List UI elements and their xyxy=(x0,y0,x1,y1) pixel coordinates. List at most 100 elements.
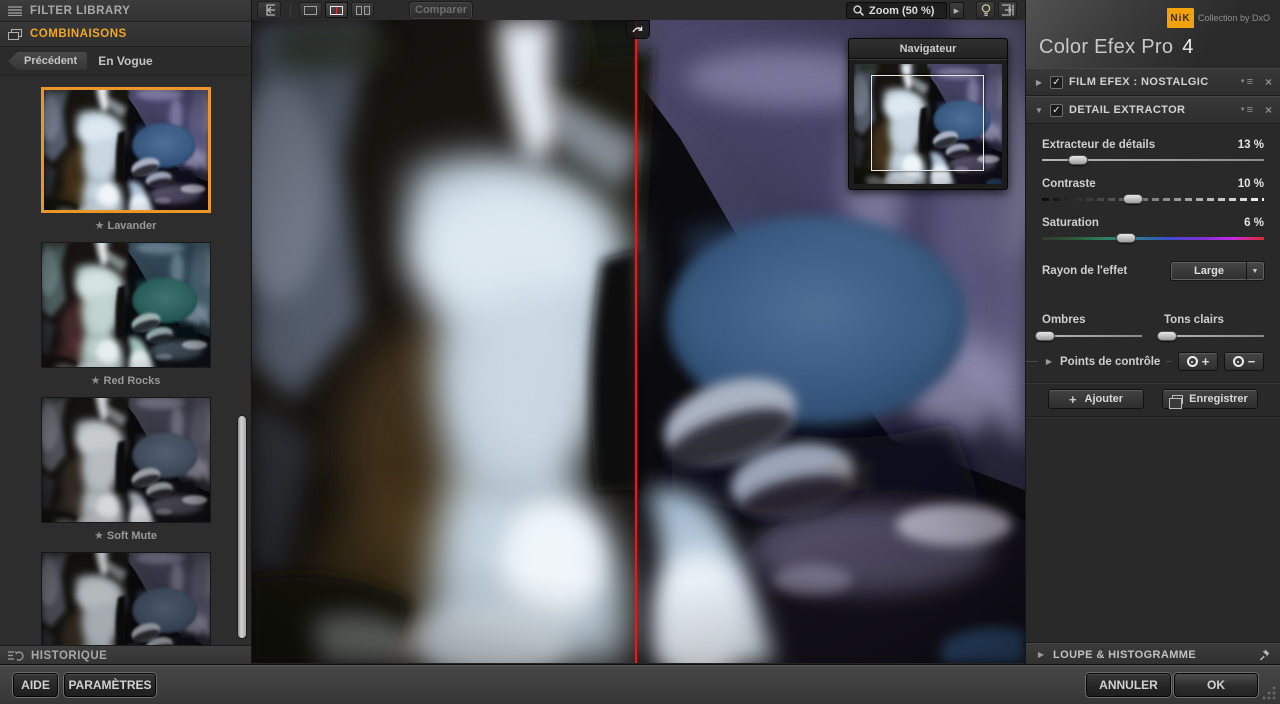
plus-icon: + xyxy=(1069,392,1077,407)
bottom-bar: AIDE PARAMÈTRES ANNULER OK xyxy=(0,665,1280,704)
split-view-icon xyxy=(330,6,343,15)
effect-radius-label: Rayon de l'effet xyxy=(1042,265,1171,277)
preset-thumbnail-list: ★Lavander ★Red Rocks ★Soft Mute xyxy=(0,76,251,645)
effect-radius-value[interactable]: Large xyxy=(1171,262,1247,280)
export-view-button[interactable] xyxy=(257,1,281,19)
help-button[interactable]: AIDE xyxy=(13,673,58,697)
filter-enabled-checkbox[interactable]: ✓ xyxy=(1050,76,1063,89)
filter-library-label: FILTER LIBRARY xyxy=(30,5,130,17)
view-single-button[interactable] xyxy=(299,2,322,18)
resize-grip[interactable] xyxy=(1262,686,1276,700)
panel-toggle-button[interactable] xyxy=(998,1,1017,19)
slider-label: Contraste xyxy=(1042,178,1096,190)
slider-track[interactable] xyxy=(1042,198,1264,201)
sidebar-scrollbar[interactable] xyxy=(236,76,248,645)
zoom-dropdown-arrow[interactable]: ▶ xyxy=(949,2,964,19)
remove-control-point-button[interactable]: − xyxy=(1224,352,1264,371)
filter-menu-icon[interactable]: ▼≡ xyxy=(1240,76,1253,88)
preset-thumbnail[interactable] xyxy=(41,397,211,523)
star-icon[interactable]: ★ xyxy=(94,530,104,542)
preset-thumbnail[interactable] xyxy=(41,552,211,645)
app-title: Color Efex Pro xyxy=(1039,36,1173,59)
control-points-label: Points de contrôle xyxy=(1060,356,1160,368)
control-point-icon xyxy=(1233,356,1244,367)
effect-radius-dropdown[interactable]: Large ▼ xyxy=(1171,262,1264,280)
add-filter-button[interactable]: + Ajouter xyxy=(1048,389,1144,409)
nik-logo: NiK xyxy=(1167,8,1194,28)
control-points-row: ▶ Points de contrôle + − xyxy=(1042,352,1264,371)
slider-handle[interactable] xyxy=(1068,155,1088,165)
detail-extractor-controls: Extracteur de détails 13 % Contraste 10 … xyxy=(1026,124,1280,417)
slider-handle[interactable] xyxy=(1116,233,1136,243)
navigator-map[interactable] xyxy=(854,64,1002,184)
export-arrow-icon xyxy=(263,4,276,16)
preset-label: Lavander xyxy=(107,220,156,232)
filter-header-detail-extractor[interactable]: ▼ ✓ DETAIL EXTRACTOR ▼≡ × xyxy=(1026,96,1280,124)
sidebar-scrollbar-thumb[interactable] xyxy=(237,415,247,639)
pin-icon[interactable] xyxy=(1259,649,1270,661)
caret-right-icon[interactable]: ▶ xyxy=(1034,78,1044,87)
preset-label: Soft Mute xyxy=(107,530,157,542)
preset-thumbnail[interactable] xyxy=(41,242,211,368)
save-recipe-button[interactable]: Enregistrer xyxy=(1162,389,1258,409)
filter-close-icon[interactable]: × xyxy=(1265,75,1272,89)
filter-enabled-checkbox[interactable]: ✓ xyxy=(1050,104,1063,117)
add-control-point-button[interactable]: + xyxy=(1178,352,1218,371)
slider-handle[interactable] xyxy=(1035,331,1055,341)
slider-detail-extraction: Extracteur de détails 13 % xyxy=(1042,139,1264,167)
viewer-toolbar: Comparer Zoom (50 %) ▶ xyxy=(252,0,1025,20)
cancel-button[interactable]: ANNULER xyxy=(1086,673,1171,697)
slider-track[interactable] xyxy=(1042,237,1264,240)
slider-track[interactable] xyxy=(1164,335,1264,337)
dropdown-arrow-icon[interactable]: ▼ xyxy=(1247,262,1264,280)
caret-right-icon[interactable]: ▶ xyxy=(1044,357,1054,366)
preset-thumbnail[interactable] xyxy=(41,87,211,213)
slider-handle[interactable] xyxy=(1123,194,1143,204)
app-version: 4 xyxy=(1182,36,1193,59)
star-icon[interactable]: ★ xyxy=(95,220,105,232)
panel-header: NiK Collection by DxO Color Efex Pro 4 xyxy=(1026,0,1280,68)
compare-button[interactable]: Comparer xyxy=(410,2,472,19)
navigator-panel: Navigateur xyxy=(848,38,1008,190)
view-side-by-side-button[interactable] xyxy=(351,2,374,18)
filter-library-header[interactable]: FILTER LIBRARY xyxy=(0,0,251,22)
settings-button[interactable]: PARAMÈTRES xyxy=(64,673,156,697)
image-viewer[interactable]: Navigateur xyxy=(252,20,1025,663)
history-header[interactable]: HISTORIQUE xyxy=(0,645,251,665)
slider-label: Extracteur de détails xyxy=(1042,139,1155,151)
caret-right-icon[interactable]: ▶ xyxy=(1036,650,1046,659)
filter-name: FILM EFEX : NOSTALGIC xyxy=(1069,76,1234,88)
ok-button[interactable]: OK xyxy=(1174,673,1258,697)
preset-red-rocks[interactable]: ★Red Rocks xyxy=(41,242,211,388)
zoom-menu-button[interactable]: Zoom (50 %) xyxy=(846,2,947,19)
navigator-viewport-rect[interactable] xyxy=(871,75,984,171)
filter-menu-icon[interactable]: ▼≡ xyxy=(1240,104,1253,116)
curved-arrow-icon xyxy=(632,25,644,35)
filter-close-icon[interactable]: × xyxy=(1265,103,1272,117)
slider-handle[interactable] xyxy=(1157,331,1177,341)
navigator-title[interactable]: Navigateur xyxy=(849,39,1007,59)
view-split-button[interactable] xyxy=(325,2,348,18)
control-point-icon xyxy=(1187,356,1198,367)
slider-contrast: Contraste 10 % xyxy=(1042,178,1264,206)
split-preview-line[interactable] xyxy=(635,20,637,663)
caret-down-icon[interactable]: ▼ xyxy=(1034,106,1044,115)
star-icon[interactable]: ★ xyxy=(91,375,101,387)
slider-track[interactable] xyxy=(1042,335,1142,337)
slider-saturation: Saturation 6 % xyxy=(1042,217,1264,245)
lightbulb-button[interactable] xyxy=(976,1,995,19)
highlights-slider: Tons clairs xyxy=(1164,314,1264,343)
preset-partial[interactable] xyxy=(41,552,211,645)
preset-soft-mute[interactable]: ★Soft Mute xyxy=(41,397,211,543)
brand-collection-label: Collection by DxO xyxy=(1198,13,1270,23)
combinations-header[interactable]: COMBINAISONS xyxy=(0,22,251,47)
history-icon xyxy=(8,650,24,662)
slider-label: Saturation xyxy=(1042,217,1099,229)
preset-lavander[interactable]: ★Lavander xyxy=(41,87,211,233)
filter-library-sidebar: FILTER LIBRARY COMBINAISONS Précédent En… xyxy=(0,0,252,665)
filter-header-film-efex[interactable]: ▶ ✓ FILM EFEX : NOSTALGIC ▼≡ × xyxy=(1026,68,1280,96)
loupe-histogram-header[interactable]: ▶ LOUPE & HISTOGRAMME xyxy=(1026,643,1280,665)
magnifier-icon xyxy=(853,5,864,16)
split-line-handle[interactable] xyxy=(626,20,650,39)
single-view-icon xyxy=(304,6,317,15)
